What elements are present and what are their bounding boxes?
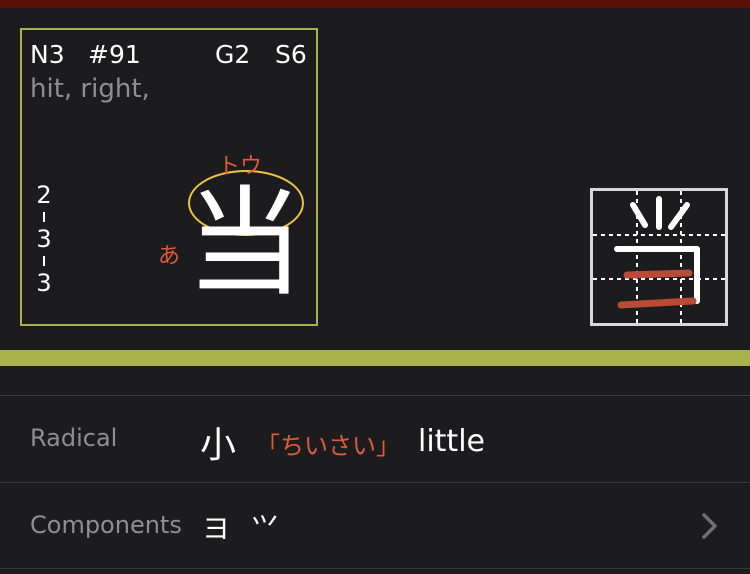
separator-dash <box>43 212 45 222</box>
components-label: Components <box>30 511 182 539</box>
stroke-order-diagram[interactable] <box>590 188 728 326</box>
next-row-edge <box>0 568 750 574</box>
separator-dash <box>43 256 45 266</box>
kanji-card[interactable]: N3 #91 G2 S6 hit, right, 2 3 3 トウ あ 当 <box>20 28 318 326</box>
radical-label: Radical <box>30 424 118 452</box>
stroke-part-2: 3 <box>36 225 52 253</box>
kanji-detail-page: N3 #91 G2 S6 hit, right, 2 3 3 トウ あ 当 Ra… <box>0 0 750 574</box>
grade-badge: G2 <box>215 40 251 69</box>
stroke-part-1: 2 <box>36 181 52 209</box>
stroke-count: S6 <box>275 40 307 69</box>
kanji-number: #91 <box>88 40 141 69</box>
stroke-part-3: 3 <box>36 269 52 297</box>
kun-reading-marker: あ <box>158 244 181 269</box>
chevron-right-icon[interactable] <box>696 511 722 541</box>
kanji-meaning: hit, right, <box>30 74 150 104</box>
stroke-order-breakdown: 2 3 3 <box>36 180 52 298</box>
component-glyphs: ヨ ⺍ <box>202 512 285 545</box>
stroke-grid <box>593 191 725 323</box>
section-divider-bar <box>0 350 750 366</box>
radical-row[interactable]: Radical 小 「ちいさい」 little <box>0 395 750 482</box>
components-row[interactable]: Components ヨ ⺍ <box>0 482 750 569</box>
radical-meaning: little <box>418 424 485 459</box>
jlpt-level: N3 <box>30 40 65 69</box>
kanji-character: 当 <box>186 174 305 312</box>
top-strip <box>0 0 750 8</box>
radical-glyph: 小 <box>200 425 237 466</box>
radical-reading: 「ちいさい」 <box>256 432 400 460</box>
